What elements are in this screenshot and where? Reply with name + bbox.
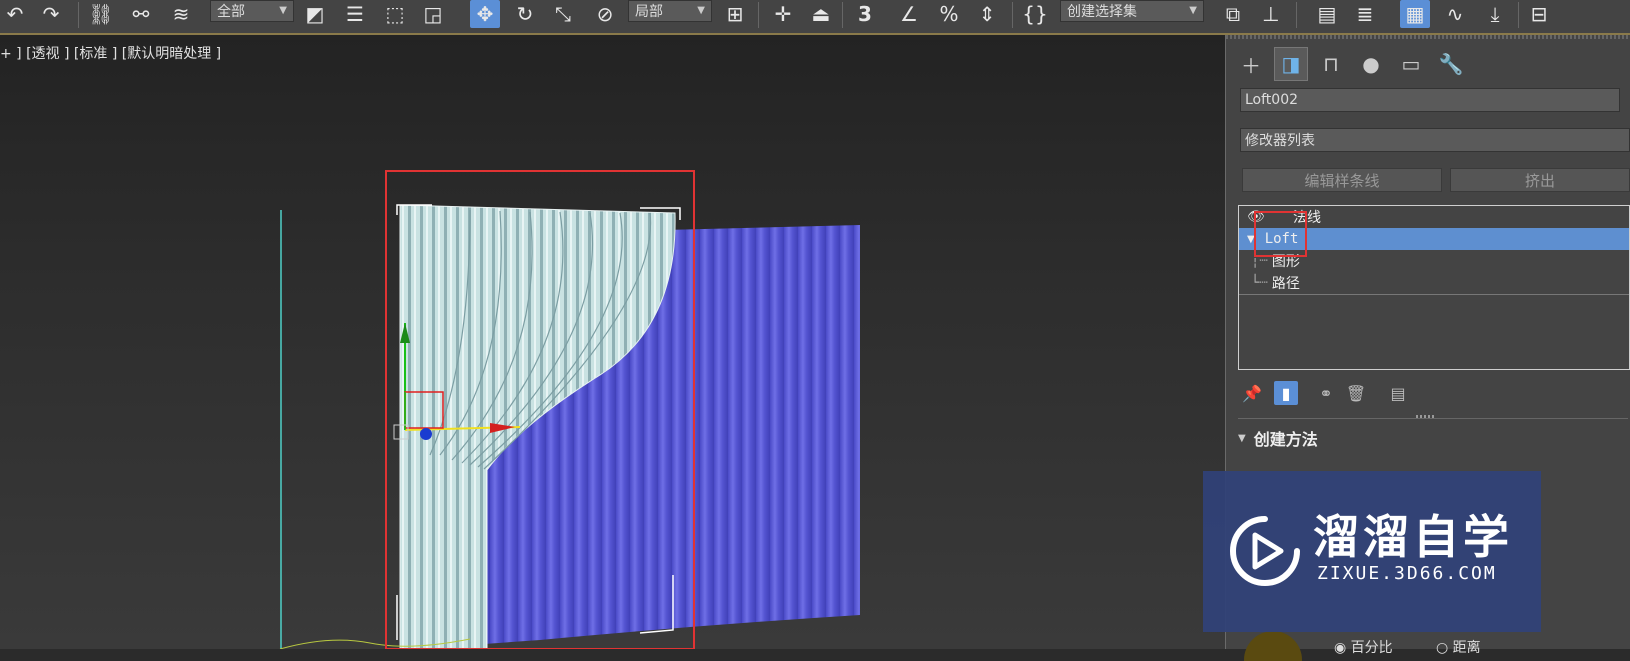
option-distance[interactable]: ○ 距离 [1436, 637, 1481, 657]
toolbar-divider [842, 2, 843, 28]
align-icon[interactable]: ⊥ [1256, 0, 1286, 28]
option-percent[interactable]: ◉ 百分比 [1334, 637, 1393, 657]
unlink-icon[interactable]: ⚯ [126, 0, 156, 28]
rect-selection-icon[interactable]: ⬚ [380, 0, 410, 28]
material-editor-icon[interactable]: ⊟ [1524, 0, 1554, 28]
tab-motion[interactable]: ● [1354, 47, 1388, 81]
link-icon[interactable]: ⛓ [86, 0, 116, 28]
tab-modify[interactable]: ◨ [1274, 47, 1308, 81]
undo-icon[interactable]: ↶ [0, 0, 30, 28]
main-toolbar: ↶ ↷ ⛓ ⚯ ≋ 全部 ▼ ◩ ☰ ⬚ ◲ ✥ ↻ ⤡ ⊘ 局部 ▼ ⊞ ✛ … [0, 0, 1630, 35]
radio-selected-icon: ◉ [1334, 640, 1347, 656]
layer-explorer-icon[interactable]: ≣ [1350, 0, 1380, 28]
snap-toggle-icon[interactable]: 3 [850, 0, 880, 28]
placement-icon[interactable]: ⊘ [590, 0, 620, 28]
selection-filter-value: 全部 [217, 4, 245, 20]
panel-divider [1238, 418, 1628, 419]
scene-explorer-icon[interactable]: ▤ [1312, 0, 1342, 28]
angle-snap-icon[interactable]: ∠ [894, 0, 924, 28]
named-selection-value: 创建选择集 [1067, 4, 1137, 20]
stack-subitem-path[interactable]: └┈ 路径 [1239, 272, 1300, 294]
radio-icon: ○ [1436, 640, 1449, 656]
material-swatch[interactable] [1244, 631, 1302, 661]
remove-modifier-icon[interactable]: 🗑 [1344, 381, 1368, 405]
keyboard-shortcut-icon[interactable]: ⏏ [806, 0, 836, 28]
select-manipulate-icon[interactable]: ✛ [768, 0, 798, 28]
tree-branch-icon: └┈ [1251, 275, 1268, 291]
named-selection-dropdown[interactable]: 创建选择集 ▼ [1060, 0, 1204, 22]
object-name-value: Loft002 [1245, 92, 1299, 108]
chevron-down-icon: ▼ [697, 5, 705, 16]
move-icon[interactable]: ✥ [470, 0, 500, 28]
toolbar-divider [78, 2, 79, 28]
extrude-button[interactable]: 挤出 [1450, 168, 1630, 192]
bind-spacewarp-icon[interactable]: ≋ [166, 0, 196, 28]
window-crossing-icon[interactable]: ◲ [418, 0, 448, 28]
stack-divider [1239, 294, 1629, 295]
loft-highlight-box [1254, 211, 1307, 257]
rotate-icon[interactable]: ↻ [510, 0, 540, 28]
perspective-viewport[interactable]: + ] [透视 ] [标准 ] [默认明暗处理 ] [0, 35, 1226, 649]
rollout-creation-method[interactable]: ▼ 创建方法 [1238, 426, 1630, 450]
option-label: 距离 [1452, 640, 1481, 656]
object-name-field[interactable]: Loft002 [1240, 88, 1620, 112]
selection-filter-dropdown[interactable]: 全部 ▼ [210, 0, 294, 22]
select-by-name-icon[interactable]: ☰ [340, 0, 370, 28]
chevron-down-icon: ▼ [279, 5, 287, 16]
panel-grip [1226, 35, 1630, 39]
percent-snap-icon[interactable]: % [934, 0, 964, 28]
tab-create[interactable]: ＋ [1234, 47, 1268, 81]
pivot-center-icon[interactable]: ⊞ [720, 0, 750, 28]
watermark-subtitle: ZIXUE.3D66.COM [1317, 563, 1497, 584]
toolbar-divider [1518, 2, 1519, 28]
curve-editor-icon[interactable]: ∿ [1440, 0, 1470, 28]
schematic-view-icon[interactable]: ⤓ [1480, 0, 1510, 28]
modifier-list-dropdown[interactable]: 修改器列表 [1240, 128, 1630, 152]
make-unique-icon[interactable]: ⚭ [1314, 381, 1338, 405]
reference-coord-value: 局部 [635, 4, 663, 20]
tab-display[interactable]: ▭ [1394, 47, 1428, 81]
option-label: 百分比 [1350, 640, 1393, 656]
rollout-title: 创建方法 [1253, 430, 1318, 449]
spinner-snap-icon[interactable]: ⇕ [972, 0, 1002, 28]
watermark-title: 溜溜自学 [1313, 510, 1513, 564]
edit-named-selection-icon[interactable]: {} [1020, 0, 1050, 28]
tab-utilities[interactable]: 🔧 [1434, 47, 1468, 81]
show-end-result-icon[interactable]: ▮ [1274, 381, 1298, 405]
tab-hierarchy[interactable]: ⊓ [1314, 47, 1348, 81]
chevron-down-icon: ▼ [1189, 5, 1197, 16]
configure-modifier-sets-icon[interactable]: ▤ [1386, 381, 1410, 405]
stack-item-label: 路径 [1271, 276, 1300, 292]
triangle-down-icon: ▼ [1238, 432, 1246, 444]
select-object-icon[interactable]: ◩ [300, 0, 330, 28]
pin-stack-icon[interactable]: 📌 [1240, 381, 1264, 405]
toolbar-divider [1296, 2, 1297, 28]
ribbon-toggle-icon[interactable]: ▦ [1400, 0, 1430, 28]
toolbar-divider [758, 2, 759, 28]
watermark-overlay: 溜溜自学 ZIXUE.3D66.COM [1203, 471, 1541, 632]
edit-spline-button[interactable]: 编辑样条线 [1242, 168, 1442, 192]
redo-icon[interactable]: ↷ [36, 0, 66, 28]
play-logo-icon [1230, 516, 1300, 586]
reference-coord-dropdown[interactable]: 局部 ▼ [628, 0, 712, 22]
toolbar-divider [1012, 2, 1013, 28]
modifier-list-value: 修改器列表 [1245, 133, 1315, 149]
divider-grip[interactable] [1416, 415, 1436, 418]
mirror-icon[interactable]: ⧉ [1218, 0, 1248, 28]
highlight-frame [385, 170, 695, 649]
scale-icon[interactable]: ⤡ [548, 0, 578, 28]
